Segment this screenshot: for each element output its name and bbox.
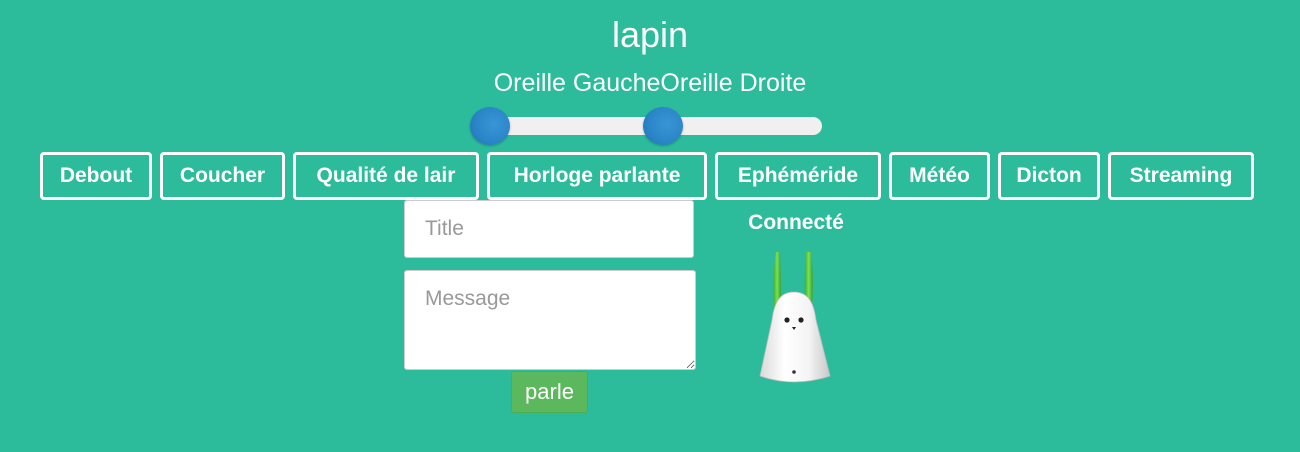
- nabaztag-rabbit-icon: [759, 252, 831, 383]
- parle-button[interactable]: parle: [511, 371, 588, 413]
- ears-label: Oreille GaucheOreille Droite: [493, 69, 807, 97]
- title-input[interactable]: [404, 200, 694, 258]
- qualite-air-button[interactable]: Qualité de lair: [293, 152, 479, 200]
- dicton-button[interactable]: Dicton: [998, 152, 1100, 200]
- page: lapin Oreille GaucheOreille Droite Debou…: [0, 0, 1300, 452]
- connection-status: Connecté: [748, 211, 844, 234]
- right-ear-slider-handle[interactable]: [643, 107, 683, 145]
- message-input[interactable]: [404, 270, 696, 370]
- meteo-button[interactable]: Météo: [889, 152, 990, 200]
- page-title: lapin: [611, 14, 689, 55]
- ephemeride-button[interactable]: Ephéméride: [715, 152, 881, 200]
- coucher-button[interactable]: Coucher: [160, 152, 285, 200]
- left-ear-slider-handle[interactable]: [470, 107, 510, 145]
- horloge-parlante-button[interactable]: Horloge parlante: [487, 152, 707, 200]
- streaming-button[interactable]: Streaming: [1108, 152, 1254, 200]
- debout-button[interactable]: Debout: [40, 152, 152, 200]
